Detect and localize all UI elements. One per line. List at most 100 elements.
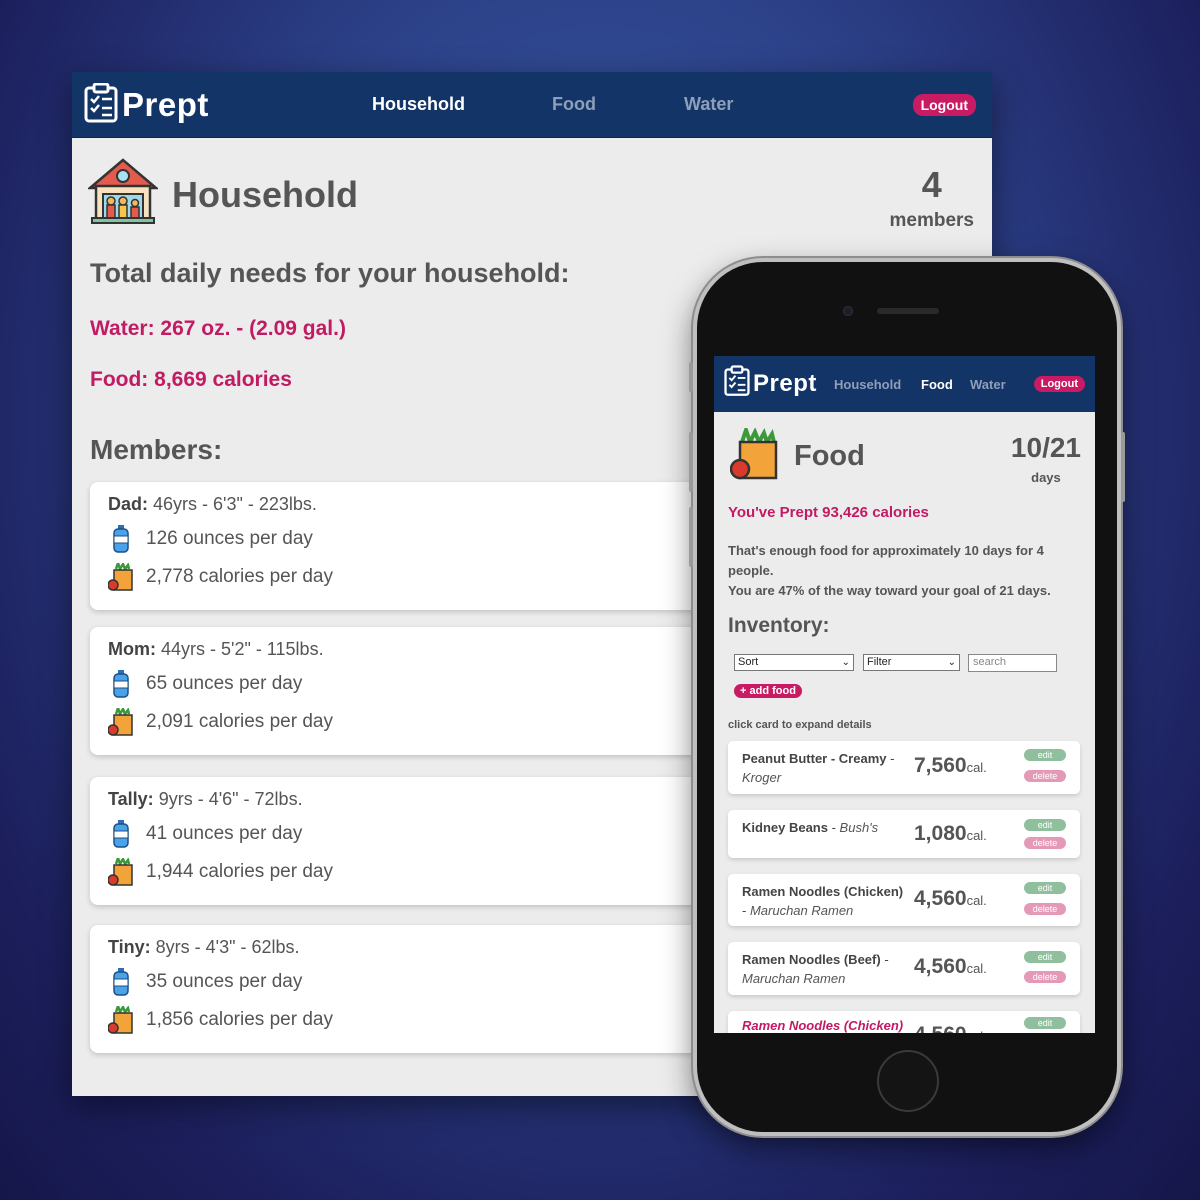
members-heading: Members: <box>90 434 223 465</box>
delete-button[interactable]: delete <box>1024 770 1066 782</box>
nav-water[interactable]: Water <box>970 377 1006 392</box>
phone-screen: Prept Household Food Water Logout Food 1… <box>714 356 1095 1033</box>
edit-button[interactable]: edit <box>1024 749 1066 761</box>
member-count: 4 members <box>890 164 975 232</box>
goal-progress-text: You are 47% of the way toward your goal … <box>728 583 1051 598</box>
food-card[interactable]: Ramen Noodles (Beef) - Maruchan Ramen 4,… <box>728 942 1080 995</box>
food-item-brand: Kroger <box>742 770 782 785</box>
delete-button[interactable]: delete <box>1024 971 1066 983</box>
water-bottle-icon <box>108 670 134 698</box>
edit-button[interactable]: edit <box>1024 882 1066 894</box>
calorie-value: 4,560 <box>914 887 967 910</box>
mobile-navbar: Prept Household Food Water Logout <box>714 356 1095 412</box>
member-name: Mom: <box>108 639 156 659</box>
food-calories: 4,560cal. <box>914 955 987 979</box>
food-item-name: Peanut Butter - Creamy <box>742 751 887 766</box>
home-button[interactable] <box>877 1050 939 1112</box>
food-item-brand: Bush's <box>839 820 879 835</box>
grocery-bag-icon <box>729 423 780 485</box>
member-food: 2,778 calories per day <box>146 566 333 587</box>
food-item-brand: Maruchan Ramen <box>742 971 846 986</box>
food-item-name: Ramen Noodles (Beef) <box>742 952 881 967</box>
member-water: 35 ounces per day <box>146 971 303 992</box>
prept-calories: You've Prept 93,426 calories <box>728 504 929 521</box>
member-water: 65 ounces per day <box>146 673 303 694</box>
member-count-number: 4 <box>921 164 942 205</box>
member-name: Tally: <box>108 789 154 809</box>
member-name: Tiny: <box>108 937 151 957</box>
food-calories: 1,080cal. <box>914 822 987 846</box>
member-water: 41 ounces per day <box>146 823 303 844</box>
house-icon <box>86 158 160 231</box>
page-header: Household <box>86 158 358 231</box>
speaker <box>877 308 939 314</box>
nav-household[interactable]: Household <box>834 377 901 392</box>
member-count-label: members <box>889 210 975 231</box>
search-input[interactable]: search <box>968 654 1057 672</box>
food-card[interactable]: Kidney Beans - Bush's 1,080cal. edit del… <box>728 810 1080 858</box>
grocery-bag-icon <box>108 858 134 886</box>
member-stats: 46yrs - 6'3" - 223lbs. <box>148 494 317 514</box>
phone-mockup: Prept Household Food Water Logout Food 1… <box>689 258 1125 1136</box>
water-bottle-icon <box>108 820 134 848</box>
calorie-value: 1,080 <box>914 822 967 845</box>
sort-select[interactable]: Sort ⌄ <box>734 654 854 671</box>
sort-select-value: Sort <box>738 656 759 668</box>
member-stats: 9yrs - 4'6" - 72lbs. <box>153 789 303 809</box>
nav-food[interactable]: Food <box>552 94 596 115</box>
food-total: Food: 8,669 calories <box>90 368 292 391</box>
edit-button[interactable]: edit <box>1024 1017 1066 1029</box>
chevron-down-icon: ⌄ <box>841 657 850 668</box>
food-calories: 7,560cal. <box>914 754 987 778</box>
food-card[interactable]: Ramen Noodles (Chicken) 4,560cal. edit <box>728 1011 1080 1033</box>
days-value: 10/21 <box>1010 432 1081 463</box>
calorie-unit: cal. <box>966 893 987 908</box>
food-card[interactable]: Ramen Noodles (Chicken) - Maruchan Ramen… <box>728 874 1080 926</box>
member-food: 1,856 calories per day <box>146 1009 333 1030</box>
clipboard-icon <box>724 365 750 402</box>
edit-button[interactable]: edit <box>1024 819 1066 831</box>
calorie-unit: cal. <box>967 1029 987 1033</box>
food-calories: 4,560cal. <box>914 887 987 911</box>
filter-select[interactable]: Filter ⌄ <box>863 654 960 671</box>
food-name: Ramen Noodles (Beef) - Maruchan Ramen <box>742 952 889 986</box>
food-card[interactable]: Peanut Butter - Creamy - Kroger 7,560cal… <box>728 741 1080 794</box>
filter-select-value: Filter <box>867 656 892 668</box>
grocery-bag-icon <box>108 1006 134 1034</box>
water-bottle-icon <box>108 525 134 553</box>
chevron-down-icon: ⌄ <box>947 657 956 668</box>
delete-button[interactable]: delete <box>1024 837 1066 849</box>
food-item-name: Ramen Noodles (Chicken) <box>742 884 904 899</box>
calorie-unit: cal. <box>966 760 987 775</box>
member-food: 1,944 calories per day <box>146 861 333 882</box>
page-header: Food <box>729 423 865 485</box>
add-food-button[interactable]: + add food <box>734 684 802 698</box>
food-name: Kidney Beans - Bush's <box>742 820 879 835</box>
grocery-bag-icon <box>108 708 134 736</box>
member-food: 2,091 calories per day <box>146 711 333 732</box>
enough-food-text: That's enough food for approximately 10 … <box>728 543 1044 578</box>
brand-name: Prept <box>753 369 817 397</box>
days-counter: 10/21 days <box>1011 432 1081 485</box>
member-stats: 8yrs - 4'3" - 62lbs. <box>150 937 300 957</box>
phone-volume-up <box>689 432 693 492</box>
delete-button[interactable]: delete <box>1024 903 1066 915</box>
calorie-value: 7,560 <box>914 754 967 777</box>
logout-button[interactable]: Logout <box>1033 376 1085 392</box>
page-title: Household <box>172 173 358 215</box>
member-water: 126 ounces per day <box>146 528 313 549</box>
nav-household[interactable]: Household <box>372 94 465 115</box>
calorie-unit: cal. <box>966 961 987 976</box>
phone-mute-switch <box>689 362 693 392</box>
nav-water[interactable]: Water <box>684 94 733 115</box>
brand-logo[interactable]: Prept <box>724 365 817 402</box>
calorie-value: 4,560 <box>914 955 967 978</box>
water-total: Water: 267 oz. - (2.09 gal.) <box>90 317 346 340</box>
logout-button[interactable]: Logout <box>912 94 976 116</box>
brand-logo[interactable]: Prept <box>84 80 209 130</box>
edit-button[interactable]: edit <box>1024 951 1066 963</box>
clipboard-icon <box>84 82 118 128</box>
camera <box>843 306 853 316</box>
nav-food[interactable]: Food <box>921 377 953 392</box>
expand-hint: click card to expand details <box>728 719 872 731</box>
